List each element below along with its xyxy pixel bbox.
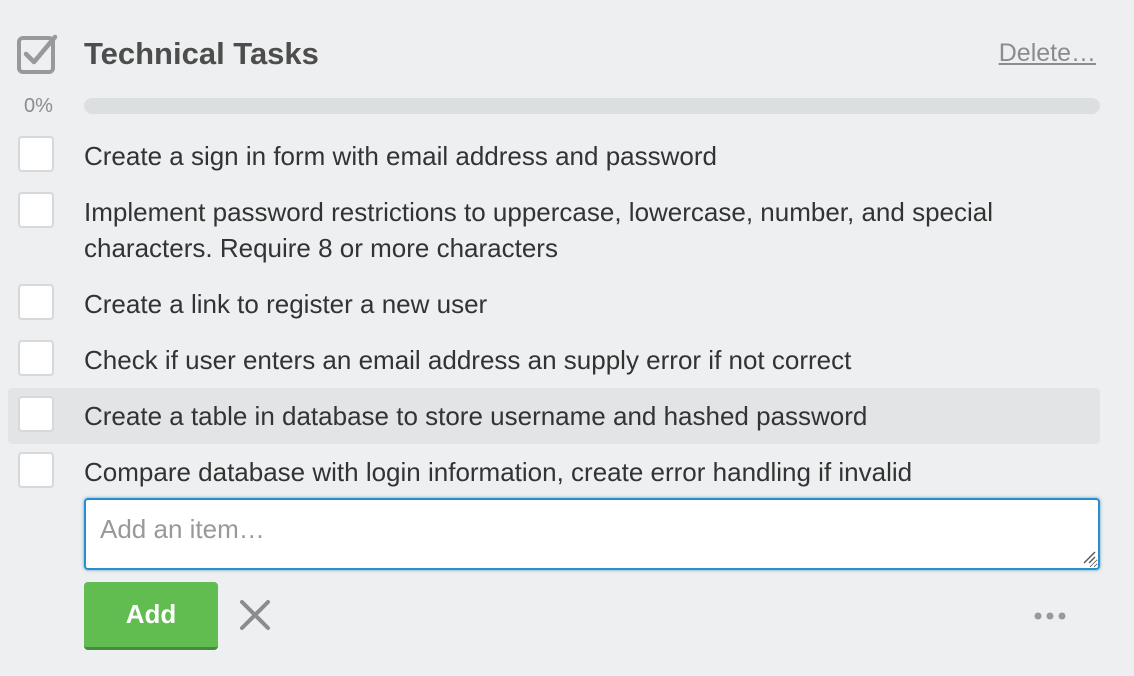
item-checkbox[interactable] [18, 452, 54, 488]
close-icon[interactable] [238, 598, 272, 632]
progress-percent: 0% [24, 95, 53, 117]
checklist-item[interactable]: Create a sign in form with email address… [8, 128, 1100, 184]
progress-bar [84, 98, 1100, 114]
add-item-button[interactable]: Add [84, 582, 218, 650]
item-checkbox[interactable] [18, 340, 54, 376]
checklist-icon [17, 32, 59, 74]
checklist-header: Technical Tasks Delete… [0, 0, 1134, 100]
checklist-items: Create a sign in form with email address… [8, 128, 1100, 500]
checklist-progress: 0% [0, 90, 1134, 122]
item-checkbox[interactable] [18, 192, 54, 228]
checklist-item[interactable]: Create a link to register a new user [8, 276, 1100, 332]
item-checkbox[interactable] [18, 136, 54, 172]
item-text[interactable]: Create a sign in form with email address… [84, 138, 1084, 174]
checklist-title: Technical Tasks [84, 36, 319, 71]
item-checkbox[interactable] [18, 396, 54, 432]
item-checkbox[interactable] [18, 284, 54, 320]
item-text[interactable]: Create a table in database to store user… [84, 398, 1084, 434]
item-text[interactable]: Create a link to register a new user [84, 286, 1084, 322]
add-item-input[interactable] [84, 498, 1100, 570]
delete-checklist-link[interactable]: Delete… [999, 36, 1096, 70]
item-text[interactable]: Check if user enters an email address an… [84, 342, 1084, 378]
checklist-item[interactable]: Check if user enters an email address an… [8, 332, 1100, 388]
more-options-icon[interactable] [1030, 604, 1070, 628]
checklist-item[interactable]: Create a table in database to store user… [8, 388, 1100, 444]
item-text[interactable]: Implement password restrictions to upper… [84, 194, 1084, 266]
item-text[interactable]: Compare database with login information,… [84, 454, 1084, 490]
checklist-item[interactable]: Implement password restrictions to upper… [8, 184, 1100, 276]
checklist-item[interactable]: Compare database with login information,… [8, 444, 1100, 500]
